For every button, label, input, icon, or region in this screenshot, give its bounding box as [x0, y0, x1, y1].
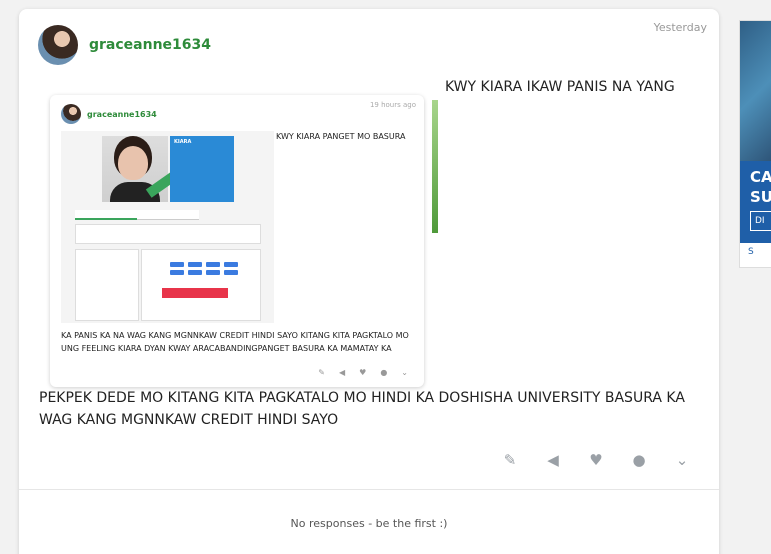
post-actions: ✎ ◀ ♥ ● ⌄: [499, 451, 693, 469]
edit-icon[interactable]: ✎: [499, 451, 521, 469]
ad-button[interactable]: DI: [750, 211, 771, 231]
profile-tabs: [75, 210, 199, 220]
side-image-strip: [432, 100, 438, 233]
sidebar-ad[interactable]: CA SU DI S: [739, 20, 771, 268]
ad-banner: CA SU DI: [740, 161, 771, 243]
ad-headline: CA SU: [750, 168, 771, 206]
chevron-down-icon[interactable]: ⌄: [671, 451, 693, 469]
ad-image: [740, 21, 771, 161]
profile-name-card: KIARA: [170, 136, 234, 202]
megaphone-icon: ◀: [338, 368, 346, 377]
post-timestamp: Yesterday: [653, 21, 707, 34]
post-body-text: PEKPEK DEDE MO KITANG KITA PAGKATALO MO …: [39, 390, 685, 428]
post-title-text: KWY KIARA IKAW PANIS NA YANG: [445, 79, 675, 95]
profile-tab-active: [75, 210, 137, 220]
avatar[interactable]: [38, 25, 78, 65]
embedded-screenshot: graceanne1634 19 hours ago KIARA KWY KIA…: [50, 95, 424, 387]
embedded-profile-screenshot: KIARA: [61, 131, 274, 323]
profile-face: [118, 146, 148, 180]
username-link[interactable]: graceanne1634: [89, 37, 211, 53]
heart-icon[interactable]: ♥: [585, 451, 607, 469]
embedded-actions: ✎ ◀ ♥ ● ⌄: [318, 368, 408, 377]
schedule-slot: [170, 262, 184, 267]
megaphone-icon[interactable]: ◀: [542, 451, 564, 469]
schedule-slot: [170, 270, 184, 275]
profile-photo: [102, 136, 177, 202]
no-responses-text: No responses - be the first :): [290, 517, 448, 530]
ad-logo: S: [748, 247, 754, 257]
edit-icon: ✎: [318, 368, 325, 377]
profile-info-table: [75, 249, 139, 321]
schedule-slot: [224, 270, 238, 275]
globe-icon: ●: [380, 368, 388, 377]
schedule-slot: [188, 262, 202, 267]
embedded-post-text: KWY KIARA PANGET MO BASURA: [276, 132, 406, 141]
profile-intro-box: [75, 224, 261, 244]
embedded-timestamp: 19 hours ago: [369, 101, 416, 109]
profile-name: KIARA: [174, 139, 192, 145]
chevron-down-icon: ⌄: [401, 368, 408, 377]
schedule-slot: [188, 270, 202, 275]
post-card: graceanne1634 Yesterday KWY KIARA IKAW P…: [19, 9, 719, 554]
divider: [19, 489, 719, 490]
schedule-slot: [224, 262, 238, 267]
heart-icon: ♥: [359, 368, 367, 377]
embedded-comment: KA PANIS KA NA WAG KANG MGNNKAW CREDIT H…: [61, 331, 409, 353]
schedule-slot: [206, 270, 220, 275]
schedule-alert: [162, 288, 228, 298]
profile-schedule: [141, 249, 261, 321]
globe-icon[interactable]: ●: [628, 451, 650, 469]
embedded-avatar: [61, 104, 81, 124]
schedule-slot: [206, 262, 220, 267]
embedded-username: graceanne1634: [87, 110, 157, 119]
